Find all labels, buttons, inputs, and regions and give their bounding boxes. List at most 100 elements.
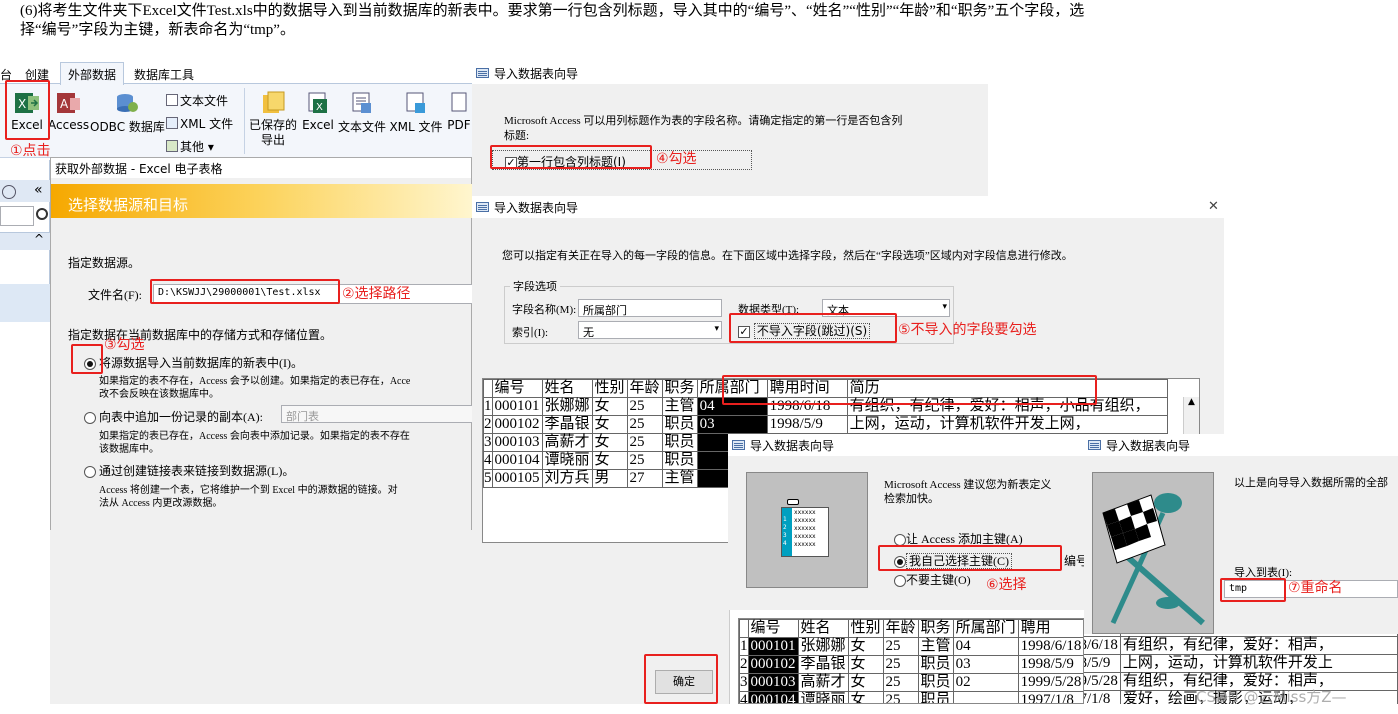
column-header[interactable]: 编号 bbox=[491, 379, 543, 398]
nav-selected-item[interactable] bbox=[0, 284, 50, 322]
key-preview-table: 编号 姓名 性别 年龄 职务 所属部门 聘用 1 000101 张娜娜女 25 主管 04… bbox=[739, 619, 1083, 703]
cell: 上网，运动，计算机软件开发上网， bbox=[846, 415, 1168, 434]
cell: 有组织，有纪律，爱好：相声， bbox=[1119, 636, 1398, 655]
import-wizard-finish: 导入数据表向导 以上是向导导入数据所需的全部 导入到表(I): tmp bbox=[1084, 434, 1398, 634]
table-row[interactable]: 2 000102 李晶银女 25 职员 03 1998/5/9 bbox=[739, 655, 1083, 674]
option-append-label: 向表中追加一份记录的副本(A): bbox=[99, 410, 263, 424]
field-name-input[interactable]: 所属部门 bbox=[578, 299, 722, 317]
cell: 主管 bbox=[661, 397, 698, 416]
wizard3-text-2: 检索加快。 bbox=[884, 493, 939, 505]
ribbon: 台 创建 外部数据 数据库工具 X Excel A Access ODBC 数据… bbox=[0, 62, 472, 158]
import-odbc-button[interactable]: ODBC 数据库 bbox=[90, 90, 165, 135]
export-xml-label: XML 文件 bbox=[389, 120, 443, 134]
radio-append[interactable] bbox=[84, 412, 96, 425]
cell: 女 bbox=[847, 673, 884, 692]
selected-cell: 000101 bbox=[747, 637, 799, 656]
nav-collapse-button[interactable]: « bbox=[34, 182, 43, 198]
row-selector-header bbox=[739, 619, 749, 638]
cell: 职员 bbox=[661, 415, 698, 434]
wizard1-title: 导入数据表向导 bbox=[494, 66, 579, 81]
cell: 女 bbox=[847, 655, 884, 674]
checkered-flag-icon bbox=[1102, 493, 1205, 626]
import-text-file-item[interactable]: 文本文件 bbox=[166, 92, 228, 109]
cell: 25 bbox=[882, 637, 919, 656]
append-table-select[interactable]: 部门表 bbox=[281, 405, 473, 423]
table-row[interactable]: 3 000103 高薪才女 25 职员 02 1999/5/28 bbox=[739, 673, 1083, 692]
row-selector-header bbox=[483, 379, 493, 398]
wizard-window-icon bbox=[476, 68, 489, 78]
cell: 1997/1/8 bbox=[1017, 691, 1083, 703]
cell: 女 bbox=[591, 397, 628, 416]
wizard-window-icon bbox=[732, 440, 745, 450]
import-xml-item[interactable]: XML 文件 bbox=[166, 115, 233, 132]
key-field-select[interactable]: 编号 bbox=[1064, 552, 1084, 569]
selected-cell: 000103 bbox=[747, 673, 799, 692]
column-header[interactable]: 性别 bbox=[591, 379, 628, 398]
cell: 02 bbox=[952, 673, 1019, 692]
table-row[interactable]: 1 000101 张娜娜女 25 主管 04 1998/6/18 bbox=[739, 637, 1083, 656]
column-header[interactable]: 职务 bbox=[917, 619, 954, 638]
export-pdf-button[interactable]: PDF bbox=[446, 90, 472, 132]
search-icon[interactable] bbox=[36, 208, 48, 220]
option-append-records[interactable]: 向表中追加一份记录的副本(A): bbox=[84, 408, 263, 425]
column-header[interactable]: 聘用 bbox=[1017, 619, 1083, 638]
import-more-item[interactable]: 其他 ▾ bbox=[166, 138, 214, 155]
question-line-1: (6)将考生文件夹下Excel文件Test.xls中的数据导入到当前数据库的新表… bbox=[20, 3, 1085, 19]
field-options-legend: 字段选项 bbox=[510, 278, 560, 294]
cell: 04 bbox=[952, 637, 1019, 656]
cell: 1998/6/18 bbox=[1084, 636, 1121, 655]
wizard1-titlebar: 导入数据表向导 bbox=[472, 62, 988, 84]
annotation-box-ok-button bbox=[644, 654, 718, 704]
column-header[interactable]: 年龄 bbox=[882, 619, 919, 638]
source-label: 指定数据源。 bbox=[68, 256, 141, 270]
text-file-icon bbox=[166, 94, 178, 106]
column-header[interactable]: 姓名 bbox=[797, 619, 849, 638]
export-excel-button[interactable]: X Excel bbox=[302, 90, 334, 132]
export-xml-button[interactable]: XML 文件 bbox=[389, 90, 443, 135]
close-icon[interactable]: ✕ bbox=[1208, 199, 1219, 214]
saved-exports-button[interactable]: 已保存的 导出 bbox=[247, 90, 299, 148]
cell: 上网，运动，计算机软件开发上 bbox=[1119, 654, 1398, 673]
wizard-window-icon bbox=[476, 202, 489, 212]
cell: 谭晓丽 bbox=[541, 451, 593, 470]
radio-link[interactable] bbox=[84, 466, 96, 479]
option-no-key-label: 不要主键(O) bbox=[906, 573, 971, 587]
export-text-file-button[interactable]: 文本文件 bbox=[337, 90, 387, 135]
column-header[interactable]: 职务 bbox=[661, 379, 698, 398]
index-select[interactable]: 无 ▾ bbox=[578, 321, 722, 339]
option-access-key-label: 让 Access 添加主键(A) bbox=[906, 532, 1023, 546]
preview-header-row: 编号 姓名 性别 年龄 职务 所属部门 聘用 bbox=[739, 619, 1083, 638]
option-link-desc-2: 法从 Access 内更改源数据。 bbox=[99, 498, 223, 509]
wizard4-titlebar: 导入数据表向导 bbox=[1084, 434, 1398, 456]
option-no-key[interactable]: 不要主键(O) bbox=[894, 571, 971, 588]
column-header[interactable]: 编号 bbox=[747, 619, 799, 638]
option-link-label: 通过创建链接表来链接到数据源(L)。 bbox=[99, 464, 295, 478]
annotation-box-column-headers bbox=[722, 375, 1097, 405]
cell: 1998/5/9 bbox=[766, 415, 848, 434]
tab-external-data[interactable]: 外部数据 bbox=[60, 62, 125, 85]
scroll-up-icon[interactable]: ▲ bbox=[1184, 397, 1199, 407]
option-link-table[interactable]: 通过创建链接表来链接到数据源(L)。 bbox=[84, 462, 294, 479]
column-header[interactable]: 年龄 bbox=[626, 379, 663, 398]
annotation-box-skip-field bbox=[729, 313, 897, 343]
nav-shutter-icon[interactable] bbox=[2, 185, 16, 199]
column-header[interactable]: 姓名 bbox=[541, 379, 593, 398]
nav-search-input[interactable] bbox=[0, 206, 34, 226]
import-access-button[interactable]: A Access bbox=[48, 90, 89, 132]
export-text-icon bbox=[349, 90, 375, 116]
cell: 25 bbox=[626, 433, 663, 452]
tab-database-tools[interactable]: 数据库工具 bbox=[134, 66, 194, 83]
radio-no-key[interactable] bbox=[894, 575, 906, 588]
column-header[interactable]: 性别 bbox=[847, 619, 884, 638]
svg-text:X: X bbox=[316, 102, 323, 113]
table-row[interactable]: 4 000104 谭晓丽女 25 职员 1997/1/8 bbox=[739, 691, 1083, 703]
expand-icon[interactable]: ^ bbox=[34, 232, 44, 246]
table-row[interactable]: 2 000102 李晶银女 25 职员 03 1998/5/9 上网，运动，计算机软件开发上网… bbox=[483, 415, 1168, 434]
column-header[interactable]: 所属部门 bbox=[952, 619, 1019, 638]
row-number: 3 bbox=[483, 433, 493, 452]
table-thumbnail-icon: 1 2 3 4 xxxxxx xxxxxx xxxxxx xxxxxx xxxx… bbox=[781, 507, 829, 557]
option-import-new-table[interactable]: 将源数据导入当前数据库的新表中(I)。 bbox=[84, 354, 303, 371]
cell: 25 bbox=[626, 451, 663, 470]
cell: 高薪才 bbox=[797, 673, 849, 692]
row-number: 1 bbox=[739, 637, 749, 656]
